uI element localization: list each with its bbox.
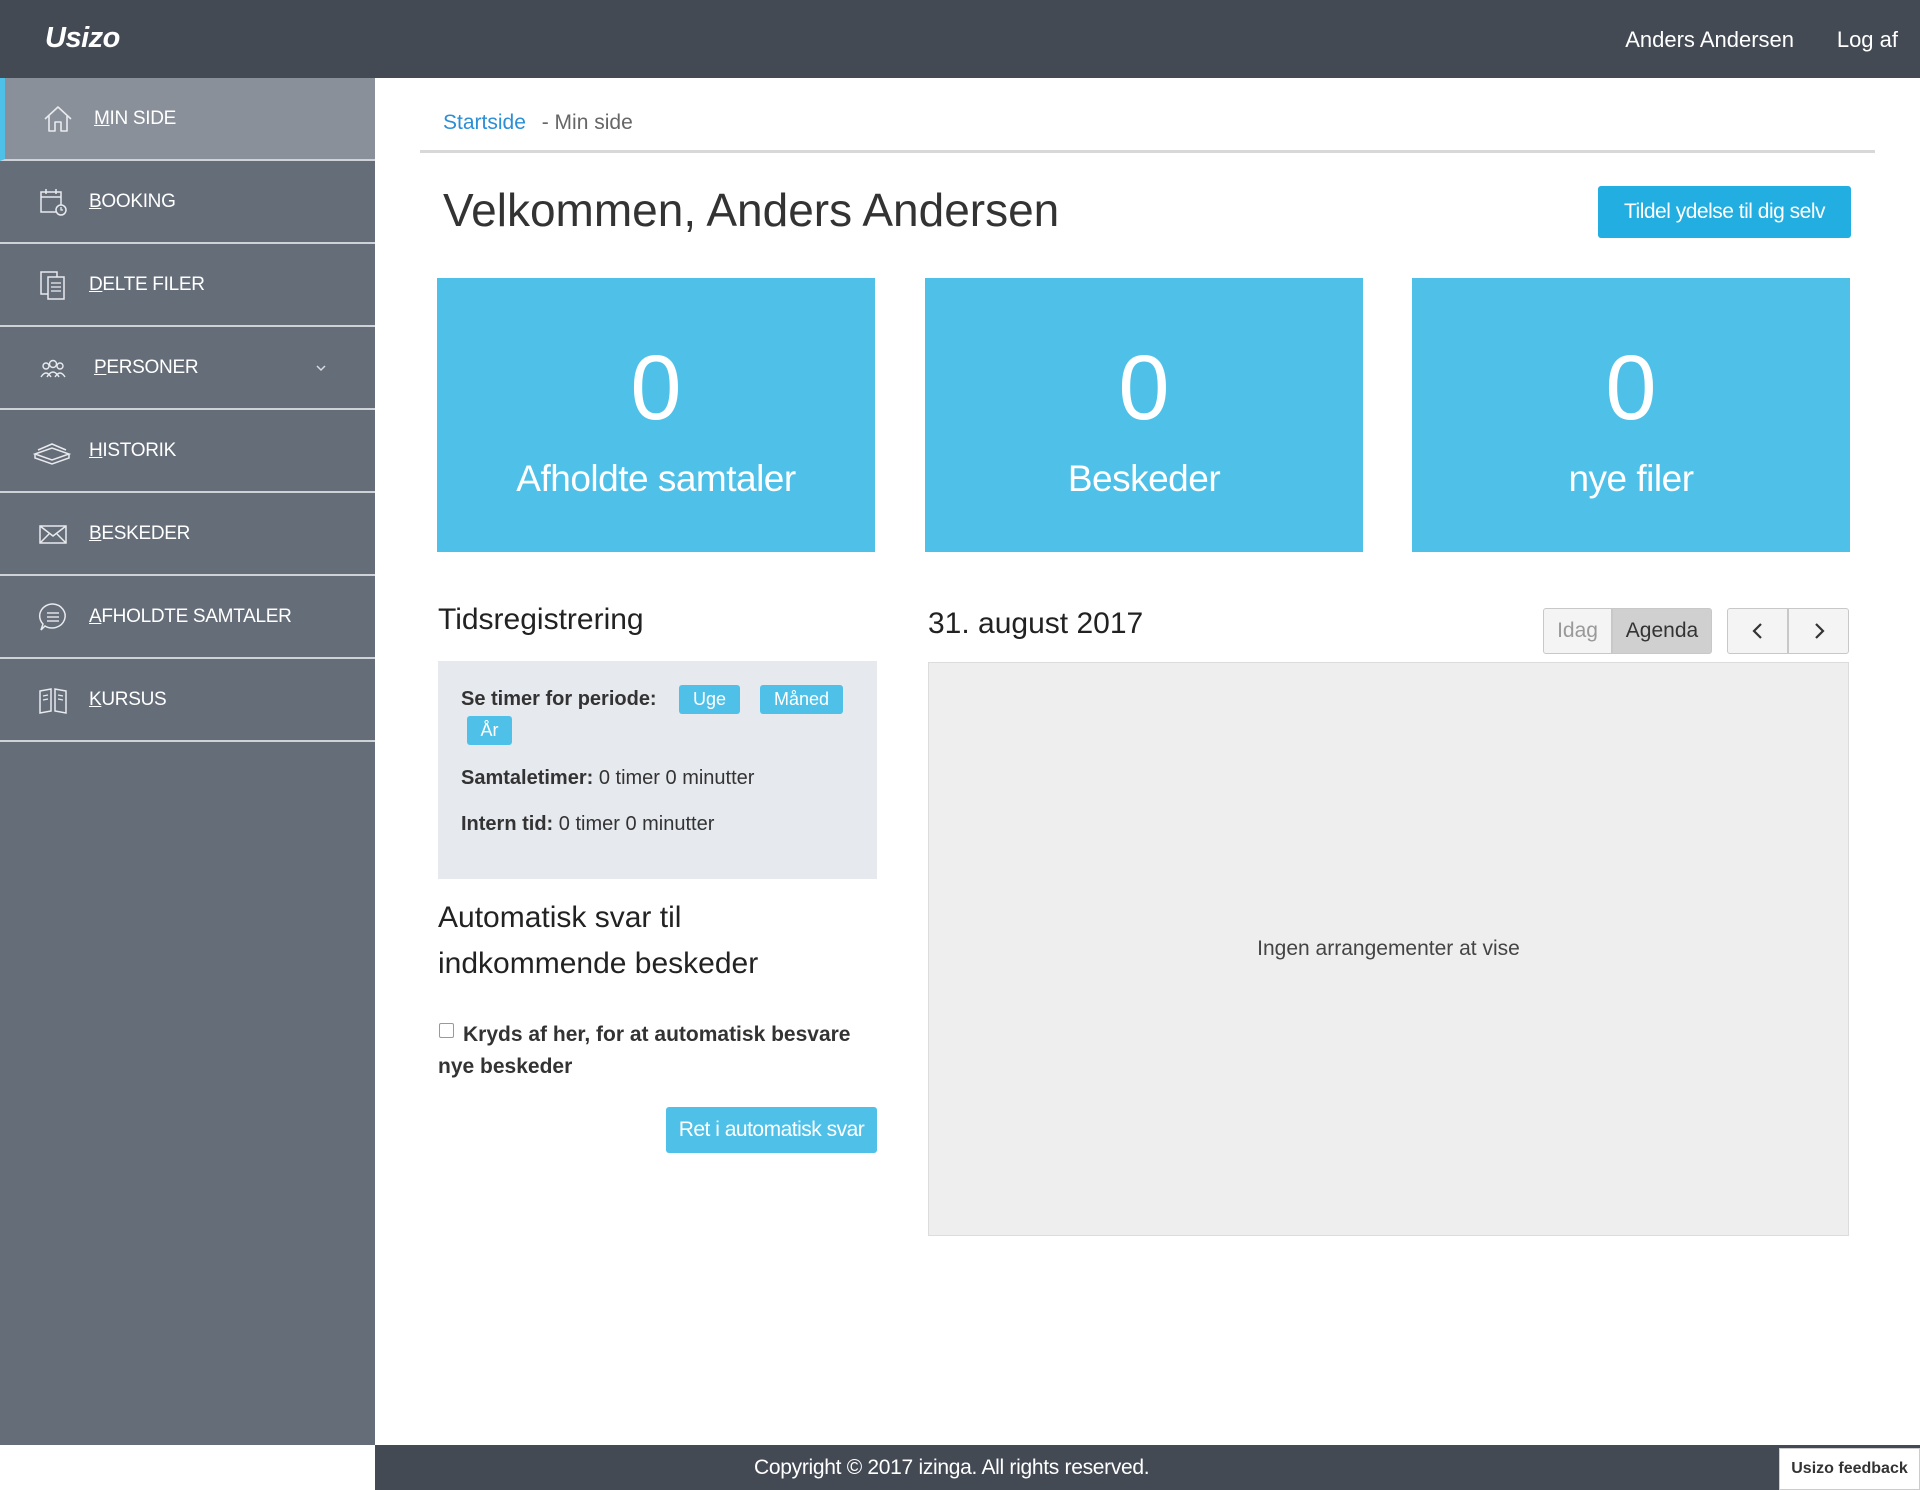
book-icon — [36, 683, 70, 717]
period-week-button[interactable]: Uge — [679, 685, 740, 714]
talk-hours-label: Samtaletimer: — [461, 767, 594, 789]
talk-hours-value: 0 timer 0 minutter — [598, 767, 755, 789]
chevron-down-icon[interactable] — [313, 360, 329, 376]
auto-reply-checkbox[interactable] — [439, 1023, 454, 1038]
time-registration-title: Tidsregistrering — [438, 603, 644, 636]
period-label: Se timer for periode: — [461, 688, 657, 710]
time-registration-panel: Se timer for periode: Uge Måned År Samta… — [438, 661, 877, 879]
stat-label: Afholdte samtaler — [516, 458, 796, 499]
sidebar-item-personer[interactable]: PERSONER — [0, 327, 375, 410]
footer: Copyright © 2017 izinga. All rights rese… — [375, 1445, 1920, 1490]
sidebar-item-label: DELTE FILER — [89, 273, 205, 295]
sidebar-item-afholdte-samtaler[interactable]: AFHOLDTE SAMTALER — [0, 576, 375, 659]
user-name-link[interactable]: Anders Andersen — [1625, 27, 1794, 53]
home-icon — [41, 102, 75, 136]
breadcrumb-current: - Min side — [541, 111, 633, 134]
period-month-button[interactable]: Måned — [760, 685, 843, 714]
auto-reply-checkbox-label[interactable]: Kryds af her, for at automatisk besvare … — [438, 1019, 878, 1083]
internal-time-value: 0 timer 0 minutter — [558, 813, 715, 835]
chat-bubble-icon — [36, 600, 70, 634]
stat-label: nye filer — [1568, 458, 1694, 499]
sidebar-item-booking[interactable]: BOOKING — [0, 161, 375, 244]
calendar-agenda-area: Ingen arrangementer at vise — [928, 662, 1849, 1236]
internal-time-label: Intern tid: — [461, 813, 554, 835]
assign-service-button[interactable]: Tildel ydelse til dig selv — [1598, 186, 1851, 238]
feedback-button[interactable]: Usizo feedback — [1779, 1448, 1920, 1490]
internal-time-row: Intern tid: 0 timer 0 minutter — [461, 813, 714, 836]
sidebar-item-kursus[interactable]: KURSUS — [0, 659, 375, 742]
period-year-button[interactable]: År — [467, 716, 512, 745]
stat-value: 0 — [1605, 337, 1657, 439]
breadcrumb-home-link[interactable]: Startside — [443, 111, 526, 134]
stat-tile-beskeder[interactable]: 0 Beskeder — [925, 278, 1363, 552]
stat-tile-nye-filer[interactable]: 0 nye filer — [1412, 278, 1850, 552]
edit-auto-reply-button[interactable]: Ret i automatisk svar — [666, 1107, 877, 1153]
stat-value: 0 — [630, 337, 682, 439]
calendar-today-button[interactable]: Idag — [1543, 608, 1612, 654]
sidebar: MIN SIDE BOOKING DELTE FILER PERSONER HI… — [0, 78, 375, 1445]
copyright-text: Copyright © 2017 izinga. All rights rese… — [754, 1456, 1150, 1479]
stat-value: 0 — [1118, 337, 1170, 439]
calendar-empty-message: Ingen arrangementer at vise — [1257, 937, 1520, 960]
breadcrumb: Startside - Min side — [443, 111, 633, 135]
sidebar-item-label: HISTORIK — [89, 439, 176, 461]
chevron-right-icon — [1814, 623, 1825, 639]
calendar-agenda-button[interactable]: Agenda — [1612, 608, 1712, 654]
top-bar: Usizo Anders Andersen Log af — [0, 0, 1920, 78]
sidebar-item-historik[interactable]: HISTORIK — [0, 410, 375, 493]
calendar-view-toggle: Idag Agenda — [1543, 608, 1712, 654]
calendar-nav — [1727, 608, 1849, 654]
calendar-next-button[interactable] — [1788, 608, 1849, 654]
calendar-prev-button[interactable] — [1727, 608, 1788, 654]
people-icon — [36, 351, 70, 385]
sidebar-item-delte-filer[interactable]: DELTE FILER — [0, 244, 375, 327]
page-title: Velkommen, Anders Andersen — [443, 184, 1060, 236]
history-stack-icon — [32, 434, 72, 468]
period-row: Se timer for periode: — [461, 688, 657, 711]
envelope-icon — [36, 517, 70, 551]
calendar-icon — [36, 185, 70, 219]
sidebar-item-label: BESKEDER — [89, 522, 191, 544]
sidebar-item-label: PERSONER — [94, 356, 199, 378]
documents-icon — [36, 268, 70, 302]
auto-reply-title: Automatisk svar til indkommende beskeder — [438, 901, 759, 980]
sidebar-item-label: AFHOLDTE SAMTALER — [89, 605, 292, 627]
sidebar-item-label: KURSUS — [89, 688, 167, 710]
sidebar-item-beskeder[interactable]: BESKEDER — [0, 493, 375, 576]
sidebar-item-min-side[interactable]: MIN SIDE — [0, 78, 375, 161]
chevron-left-icon — [1751, 623, 1762, 639]
sidebar-item-label: MIN SIDE — [94, 107, 177, 129]
brand-logo[interactable]: Usizo — [45, 22, 120, 55]
sidebar-item-label: BOOKING — [89, 190, 176, 212]
stat-label: Beskeder — [1067, 458, 1221, 499]
talk-hours-row: Samtaletimer: 0 timer 0 minutter — [461, 767, 754, 790]
logout-link[interactable]: Log af — [1837, 27, 1898, 53]
calendar-date: 31. august 2017 — [928, 607, 1144, 640]
stat-tile-afholdte-samtaler[interactable]: 0 Afholdte samtaler — [437, 278, 875, 552]
breadcrumb-divider — [420, 150, 1875, 153]
